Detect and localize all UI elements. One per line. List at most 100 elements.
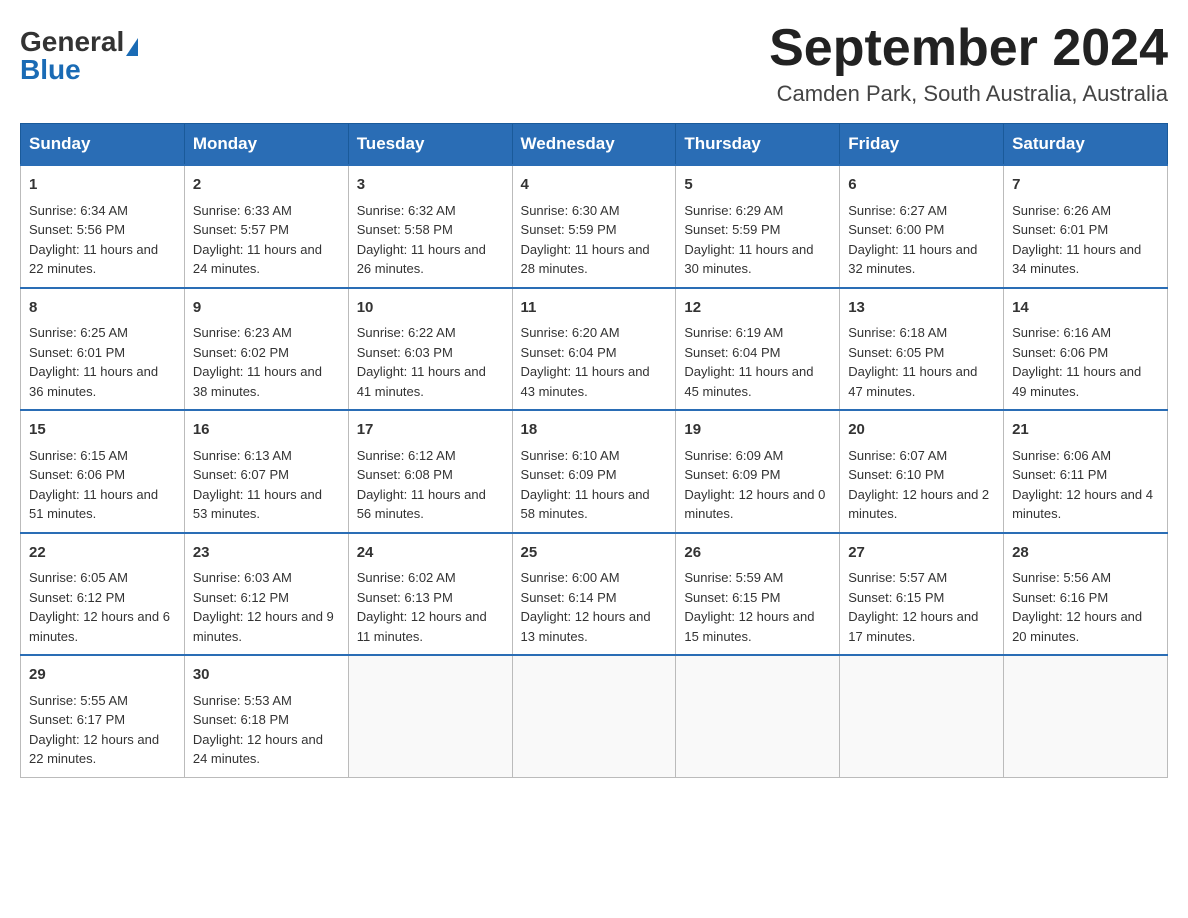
day-info: Sunrise: 6:13 AMSunset: 6:07 PMDaylight:…	[193, 446, 340, 524]
calendar-cell: 2 Sunrise: 6:33 AMSunset: 5:57 PMDaylight…	[184, 165, 348, 288]
day-number: 27	[848, 542, 995, 565]
logo-general-text: General	[20, 26, 124, 57]
calendar-cell	[840, 655, 1004, 777]
day-info: Sunrise: 5:57 AMSunset: 6:15 PMDaylight:…	[848, 568, 995, 646]
calendar-cell: 24 Sunrise: 6:02 AMSunset: 6:13 PMDayligh…	[348, 533, 512, 656]
calendar-cell: 11Sunrise: 6:20 AMSunset: 6:04 PMDayligh…	[512, 288, 676, 411]
calendar-cell: 6 Sunrise: 6:27 AMSunset: 6:00 PMDaylight…	[840, 165, 1004, 288]
col-header-sunday: Sunday	[21, 124, 185, 166]
calendar-cell: 21Sunrise: 6:06 AMSunset: 6:11 PMDayligh…	[1004, 410, 1168, 533]
logo-blue-text: Blue	[20, 54, 81, 85]
day-number: 28	[1012, 542, 1159, 565]
day-info: Sunrise: 6:00 AMSunset: 6:14 PMDaylight:…	[521, 568, 668, 646]
calendar-cell: 13 Sunrise: 6:18 AMSunset: 6:05 PMDayligh…	[840, 288, 1004, 411]
day-info: Sunrise: 6:05 AMSunset: 6:12 PMDaylight:…	[29, 568, 176, 646]
day-number: 9	[193, 297, 340, 320]
day-number: 22	[29, 542, 176, 565]
month-year-title: September 2024	[769, 20, 1168, 77]
day-number: 16	[193, 419, 340, 442]
logo: General Blue	[20, 20, 138, 84]
calendar-cell: 19 Sunrise: 6:09 AMSunset: 6:09 PMDayligh…	[676, 410, 840, 533]
day-info: Sunrise: 6:15 AMSunset: 6:06 PMDaylight:…	[29, 446, 176, 524]
logo-blue-line: Blue	[20, 56, 81, 84]
day-number: 5	[684, 174, 831, 197]
calendar-header-row: SundayMondayTuesdayWednesdayThursdayFrid…	[21, 124, 1168, 166]
day-info: Sunrise: 6:02 AMSunset: 6:13 PMDaylight:…	[357, 568, 504, 646]
day-info: Sunrise: 5:53 AMSunset: 6:18 PMDaylight:…	[193, 691, 340, 769]
week-row-3: 15 Sunrise: 6:15 AMSunset: 6:06 PMDayligh…	[21, 410, 1168, 533]
day-info: Sunrise: 6:03 AMSunset: 6:12 PMDaylight:…	[193, 568, 340, 646]
week-row-4: 22 Sunrise: 6:05 AMSunset: 6:12 PMDayligh…	[21, 533, 1168, 656]
calendar-cell: 26 Sunrise: 5:59 AMSunset: 6:15 PMDayligh…	[676, 533, 840, 656]
day-number: 10	[357, 297, 504, 320]
calendar-cell: 14 Sunrise: 6:16 AMSunset: 6:06 PMDayligh…	[1004, 288, 1168, 411]
day-number: 15	[29, 419, 176, 442]
day-info: Sunrise: 6:33 AMSunset: 5:57 PMDaylight:…	[193, 201, 340, 279]
calendar-cell: 5Sunrise: 6:29 AMSunset: 5:59 PMDaylight…	[676, 165, 840, 288]
day-info: Sunrise: 6:06 AMSunset: 6:11 PMDaylight:…	[1012, 446, 1159, 524]
calendar-cell: 15 Sunrise: 6:15 AMSunset: 6:06 PMDayligh…	[21, 410, 185, 533]
calendar-cell: 1 Sunrise: 6:34 AMSunset: 5:56 PMDaylight…	[21, 165, 185, 288]
calendar-cell	[512, 655, 676, 777]
week-row-5: 29Sunrise: 5:55 AMSunset: 6:17 PMDayligh…	[21, 655, 1168, 777]
day-number: 2	[193, 174, 340, 197]
day-info: Sunrise: 6:26 AMSunset: 6:01 PMDaylight:…	[1012, 201, 1159, 279]
location-subtitle: Camden Park, South Australia, Australia	[769, 81, 1168, 107]
day-number: 20	[848, 419, 995, 442]
calendar-cell: 23 Sunrise: 6:03 AMSunset: 6:12 PMDayligh…	[184, 533, 348, 656]
day-info: Sunrise: 6:32 AMSunset: 5:58 PMDaylight:…	[357, 201, 504, 279]
day-info: Sunrise: 6:07 AMSunset: 6:10 PMDaylight:…	[848, 446, 995, 524]
day-number: 24	[357, 542, 504, 565]
calendar-cell: 30Sunrise: 5:53 AMSunset: 6:18 PMDayligh…	[184, 655, 348, 777]
calendar-cell: 7 Sunrise: 6:26 AMSunset: 6:01 PMDaylight…	[1004, 165, 1168, 288]
day-number: 26	[684, 542, 831, 565]
calendar-cell: 18Sunrise: 6:10 AMSunset: 6:09 PMDayligh…	[512, 410, 676, 533]
day-number: 6	[848, 174, 995, 197]
day-info: Sunrise: 6:22 AMSunset: 6:03 PMDaylight:…	[357, 323, 504, 401]
col-header-friday: Friday	[840, 124, 1004, 166]
day-info: Sunrise: 6:25 AMSunset: 6:01 PMDaylight:…	[29, 323, 176, 401]
day-number: 3	[357, 174, 504, 197]
calendar-cell: 20 Sunrise: 6:07 AMSunset: 6:10 PMDayligh…	[840, 410, 1004, 533]
day-info: Sunrise: 6:23 AMSunset: 6:02 PMDaylight:…	[193, 323, 340, 401]
calendar-cell: 3 Sunrise: 6:32 AMSunset: 5:58 PMDaylight…	[348, 165, 512, 288]
day-number: 1	[29, 174, 176, 197]
col-header-saturday: Saturday	[1004, 124, 1168, 166]
day-info: Sunrise: 5:59 AMSunset: 6:15 PMDaylight:…	[684, 568, 831, 646]
calendar-cell	[1004, 655, 1168, 777]
calendar-cell: 22 Sunrise: 6:05 AMSunset: 6:12 PMDayligh…	[21, 533, 185, 656]
col-header-thursday: Thursday	[676, 124, 840, 166]
calendar-cell: 29Sunrise: 5:55 AMSunset: 6:17 PMDayligh…	[21, 655, 185, 777]
day-info: Sunrise: 5:55 AMSunset: 6:17 PMDaylight:…	[29, 691, 176, 769]
calendar-cell: 8Sunrise: 6:25 AMSunset: 6:01 PMDaylight…	[21, 288, 185, 411]
col-header-tuesday: Tuesday	[348, 124, 512, 166]
day-info: Sunrise: 6:09 AMSunset: 6:09 PMDaylight:…	[684, 446, 831, 524]
day-number: 7	[1012, 174, 1159, 197]
day-info: Sunrise: 6:27 AMSunset: 6:00 PMDaylight:…	[848, 201, 995, 279]
day-number: 19	[684, 419, 831, 442]
col-header-monday: Monday	[184, 124, 348, 166]
day-info: Sunrise: 6:34 AMSunset: 5:56 PMDaylight:…	[29, 201, 176, 279]
day-number: 25	[521, 542, 668, 565]
day-info: Sunrise: 6:19 AMSunset: 6:04 PMDaylight:…	[684, 323, 831, 401]
calendar-cell: 9 Sunrise: 6:23 AMSunset: 6:02 PMDaylight…	[184, 288, 348, 411]
calendar-cell: 12Sunrise: 6:19 AMSunset: 6:04 PMDayligh…	[676, 288, 840, 411]
day-number: 11	[521, 297, 668, 320]
calendar-table: SundayMondayTuesdayWednesdayThursdayFrid…	[20, 123, 1168, 778]
col-header-wednesday: Wednesday	[512, 124, 676, 166]
day-info: Sunrise: 5:56 AMSunset: 6:16 PMDaylight:…	[1012, 568, 1159, 646]
day-info: Sunrise: 6:10 AMSunset: 6:09 PMDaylight:…	[521, 446, 668, 524]
day-info: Sunrise: 6:12 AMSunset: 6:08 PMDaylight:…	[357, 446, 504, 524]
day-number: 23	[193, 542, 340, 565]
day-number: 13	[848, 297, 995, 320]
title-block: September 2024 Camden Park, South Austra…	[769, 20, 1168, 107]
calendar-cell: 27 Sunrise: 5:57 AMSunset: 6:15 PMDayligh…	[840, 533, 1004, 656]
calendar-cell	[348, 655, 512, 777]
day-info: Sunrise: 6:18 AMSunset: 6:05 PMDaylight:…	[848, 323, 995, 401]
day-number: 14	[1012, 297, 1159, 320]
calendar-cell: 16 Sunrise: 6:13 AMSunset: 6:07 PMDayligh…	[184, 410, 348, 533]
day-info: Sunrise: 6:16 AMSunset: 6:06 PMDaylight:…	[1012, 323, 1159, 401]
day-number: 17	[357, 419, 504, 442]
calendar-cell: 17 Sunrise: 6:12 AMSunset: 6:08 PMDayligh…	[348, 410, 512, 533]
week-row-2: 8Sunrise: 6:25 AMSunset: 6:01 PMDaylight…	[21, 288, 1168, 411]
